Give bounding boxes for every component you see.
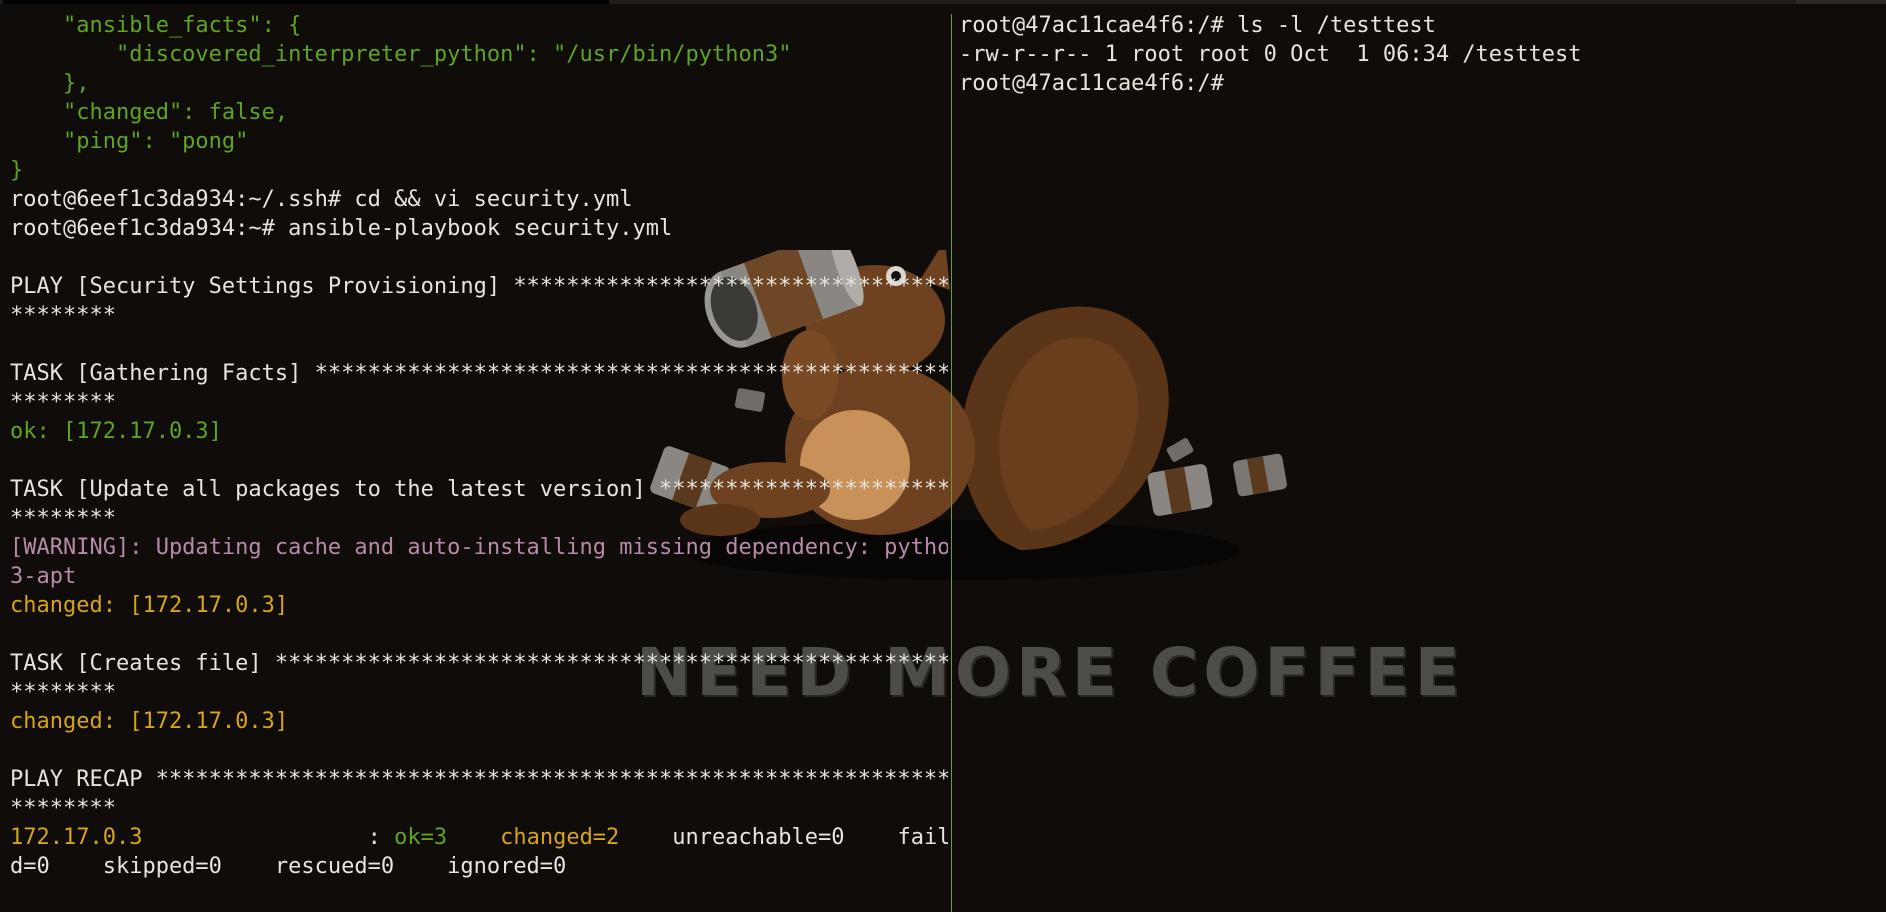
terminal-line: }, xyxy=(10,71,90,96)
terminal-line: ******** xyxy=(10,303,116,328)
recap-rest: unreachable=0 faile xyxy=(619,825,948,850)
window-top-bar xyxy=(0,0,1886,4)
task-header-line: TASK [Creates file] ********************… xyxy=(10,651,948,676)
terminal-line: "ping": "pong" xyxy=(10,129,249,154)
terminal-line: "discovered_interpreter_python": "/usr/b… xyxy=(10,42,792,67)
tab-indicator xyxy=(1796,0,1886,4)
task-result-changed: changed: [172.17.0.3] xyxy=(10,709,289,734)
warning-line: 3-apt xyxy=(10,564,77,589)
task-header-line: TASK [Gathering Facts] *****************… xyxy=(10,361,948,386)
pane-divider[interactable] xyxy=(951,14,952,912)
terminal-line: "changed": false, xyxy=(10,100,289,125)
right-terminal-pane[interactable]: root@47ac11cae4f6:/# ls -l /testtest -rw… xyxy=(959,11,1879,912)
terminal-line: ******** xyxy=(10,390,116,415)
play-recap-header: PLAY RECAP *****************************… xyxy=(10,767,948,792)
task-result-ok: ok: [172.17.0.3] xyxy=(10,419,222,444)
shell-prompt-line: root@6eef1c3da934:~# ansible-playbook se… xyxy=(10,216,673,241)
shell-prompt-line: root@47ac11cae4f6:/# xyxy=(959,71,1224,96)
recap-host-line: 172.17.0.3 : ok=3 changed=2 unreachable=… xyxy=(10,823,948,852)
recap-host: 172.17.0.3 xyxy=(10,825,143,850)
terminal-line: "ansible_facts": { xyxy=(10,13,302,38)
active-tab-indicator xyxy=(3,0,609,4)
left-terminal-pane[interactable]: "ansible_facts": { "discovered_interpret… xyxy=(10,11,948,912)
play-header-line: PLAY [Security Settings Provisioning] **… xyxy=(10,274,948,299)
task-result-changed: changed: [172.17.0.3] xyxy=(10,593,289,618)
ls-output-line: -rw-r--r-- 1 root root 0 Oct 1 06:34 /te… xyxy=(959,42,1582,67)
recap-separator: : xyxy=(142,825,395,850)
terminal-line: ******** xyxy=(10,680,116,705)
terminal-line: ******** xyxy=(10,506,116,531)
shell-prompt-line: root@6eef1c3da934:~/.ssh# cd && vi secur… xyxy=(10,187,633,212)
warning-line: [WARNING]: Updating cache and auto-insta… xyxy=(10,535,948,560)
terminal-line: ******** xyxy=(10,796,116,821)
task-header-line: TASK [Update all packages to the latest … xyxy=(10,477,948,502)
shell-prompt-line: root@47ac11cae4f6:/# ls -l /testtest xyxy=(959,13,1436,38)
terminal-line: } xyxy=(10,158,24,183)
recap-gap xyxy=(447,825,500,850)
recap-ok: ok=3 xyxy=(394,825,448,850)
recap-changed: changed=2 xyxy=(500,825,620,850)
recap-host-line-wrap: d=0 skipped=0 rescued=0 ignored=0 xyxy=(10,854,567,879)
